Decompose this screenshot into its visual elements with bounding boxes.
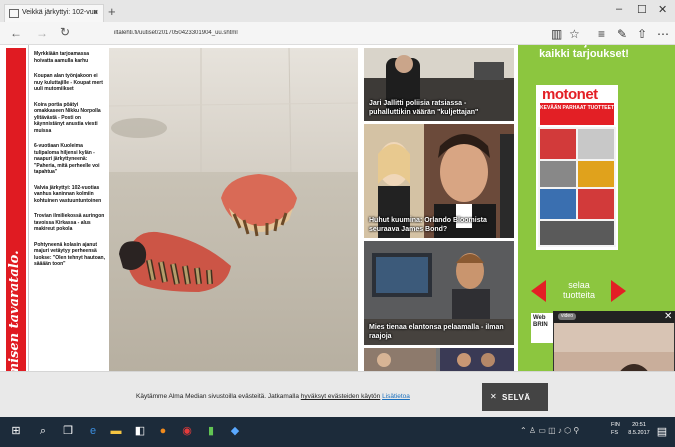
back-icon[interactable]: ← xyxy=(10,26,22,40)
news-link[interactable]: Pohtyneenä kolasin ajanut majuri vetäyty… xyxy=(34,242,106,268)
story-caption: Huhut kuumina: Orlando Bloomista seuraav… xyxy=(369,217,487,233)
edge-browser-icon[interactable]: e xyxy=(87,425,99,437)
tab-close-icon[interactable]: × xyxy=(93,7,98,17)
language-indicator[interactable]: FIN FS xyxy=(611,421,620,437)
hub-icon[interactable]: ≡ xyxy=(598,27,605,41)
task-view-icon[interactable]: ❒ xyxy=(62,425,74,437)
divider xyxy=(28,45,29,417)
news-link[interactable]: Koupan alan työnjakoon ei nuy kuluttajil… xyxy=(34,73,106,93)
video-logo: video xyxy=(558,313,576,320)
clock[interactable]: 20:51 8.5.2017 xyxy=(627,421,651,437)
news-link[interactable]: Trovian ilmiliekossä auringon tavoissa K… xyxy=(34,213,106,233)
ad-headline: Klikkaa ja katso kaikki tarjoukset! xyxy=(539,45,629,60)
clock-time: 20:51 xyxy=(632,422,646,428)
app-icon[interactable]: ▮ xyxy=(205,425,217,437)
refresh-icon[interactable]: ↻ xyxy=(60,25,70,39)
maximize-button[interactable]: ☐ xyxy=(637,3,647,16)
tab-title: Veikkä järkyttyi: 102-vuo xyxy=(22,9,98,16)
news-link[interactable]: Koira portia pöätyi omakkaseen Nikku Nor… xyxy=(34,102,106,135)
motonet-logo: motonet xyxy=(542,86,598,103)
page-favicon-icon xyxy=(9,9,19,18)
cookie-more-link[interactable]: Lisätietoa xyxy=(382,393,410,400)
app-icon-2[interactable]: ◆ xyxy=(229,425,241,437)
url-field[interactable]: iltalehti.fi/uutiset/2017050423301904_uu… xyxy=(114,30,494,42)
article-photo[interactable] xyxy=(109,48,358,417)
more-icon[interactable]: ⋯ xyxy=(657,27,669,41)
story-card[interactable]: Mies tienaa elantonsa pelaamalla - ilman… xyxy=(364,241,514,345)
news-link[interactable]: Myrkkiään tarjoamassa hoivatta aamulla k… xyxy=(34,51,106,64)
story-card-thumbnails[interactable] xyxy=(364,348,514,372)
ad-prev-arrow-icon[interactable] xyxy=(531,280,546,302)
language-code: FIN xyxy=(611,422,620,428)
red-banner-text: n ihmisen tavaratalo. xyxy=(7,250,22,405)
close-icon: ✕ xyxy=(490,392,497,401)
cookie-text: Käytämme Alma Median sivustoilla evästei… xyxy=(136,393,410,400)
story-caption: Mies tienaa elantonsa pelaamalla - ilman… xyxy=(369,324,504,340)
firefox-icon[interactable]: ● xyxy=(157,425,169,437)
search-icon[interactable]: ⌕ xyxy=(37,425,49,437)
ad-next-arrow-icon[interactable] xyxy=(611,280,626,302)
cookie-accept-link[interactable]: hyväksyt evästeiden käytön xyxy=(301,393,381,400)
reading-view-icon[interactable]: ▥ xyxy=(551,27,562,41)
minimize-button[interactable]: – xyxy=(616,3,622,15)
ad-products-image xyxy=(538,127,616,247)
notes-icon[interactable]: ✎ xyxy=(617,27,627,41)
chrome-icon[interactable]: ◉ xyxy=(181,425,193,437)
cookie-message: Käytämme Alma Median sivustoilla evästei… xyxy=(136,393,299,400)
news-link[interactable]: 6-vuotiaan Kuoleima tulipaloma hiljensi … xyxy=(34,143,106,176)
file-explorer-icon[interactable]: ▬ xyxy=(110,425,122,437)
video-close-icon[interactable]: ✕ xyxy=(664,311,672,322)
close-button[interactable]: ✕ xyxy=(658,3,667,16)
story-card[interactable]: Jari Jallitti poliisia ratsiassa - puhal… xyxy=(364,48,514,121)
keyboard-code: FS xyxy=(611,430,619,436)
browser-tab[interactable]: Veikkä järkyttyi: 102-vuo × xyxy=(4,4,104,23)
cookie-ok-label: SELVÄ xyxy=(502,393,531,402)
news-list: Myrkkiään tarjoamassa hoivatta aamulla k… xyxy=(34,51,106,277)
tray-icons[interactable]: ⌃ ♙ ▭ ◫ ♪ ⬡ ⚲ xyxy=(520,426,579,435)
notifications-icon[interactable]: ▤ xyxy=(656,426,668,438)
favorites-star-icon[interactable]: ☆ xyxy=(569,27,580,41)
new-tab-icon[interactable]: + xyxy=(108,4,116,19)
ad-banner-text: KEVÄÄN PARHAAT TUOTTEET xyxy=(540,105,614,111)
forward-icon[interactable]: → xyxy=(36,26,48,40)
story-card[interactable]: Huhut kuumina: Orlando Bloomista seuraav… xyxy=(364,124,514,238)
store-icon[interactable]: ◧ xyxy=(134,425,146,437)
clock-date: 8.5.2017 xyxy=(628,430,650,436)
ad-browse-label[interactable]: selaa tuotteita xyxy=(553,280,605,300)
news-link[interactable]: Valvia järkyttyi: 102-vuotias vanhus kan… xyxy=(34,185,106,205)
share-icon[interactable]: ⇧ xyxy=(637,27,647,41)
story-caption: Jari Jallitti poliisia ratsiassa - puhal… xyxy=(369,100,479,116)
windows-start-icon[interactable]: ⊞ xyxy=(10,425,22,437)
